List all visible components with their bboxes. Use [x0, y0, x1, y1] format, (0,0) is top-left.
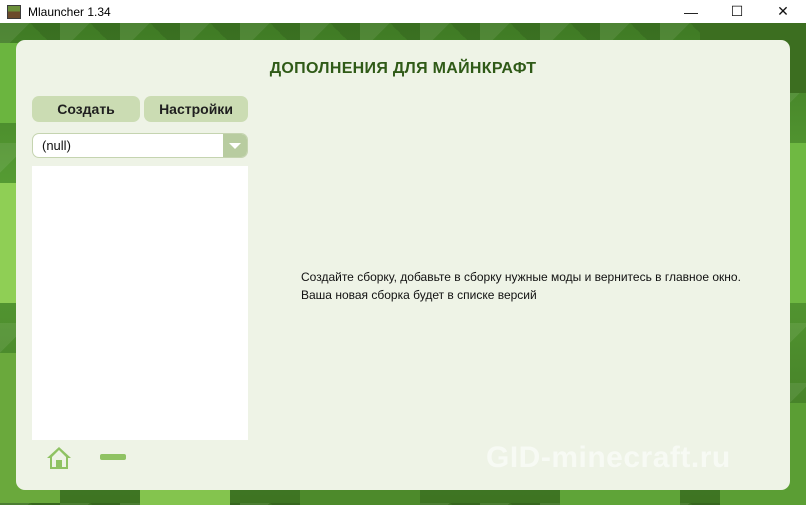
page-title: ДОПОЛНЕНИЯ ДЛЯ МАЙНКРАФТ — [269, 60, 537, 77]
info-message-line: Ваша новая сборка будет в списке версий — [301, 288, 537, 302]
build-list[interactable] — [32, 166, 248, 440]
info-message: Создайте сборку, добавьте в сборку нужны… — [301, 268, 741, 304]
window-titlebar: Mlauncher 1.34 — ☐ ✕ — [0, 0, 806, 24]
settings-button[interactable]: Настройки — [144, 96, 248, 122]
app-icon — [7, 4, 21, 19]
home-icon[interactable] — [46, 446, 72, 470]
minimize-button[interactable]: — — [668, 0, 714, 23]
version-select[interactable]: (null) — [32, 133, 248, 158]
minus-icon[interactable] — [100, 454, 126, 460]
maximize-button[interactable]: ☐ — [714, 0, 760, 23]
info-message-line: Создайте сборку, добавьте в сборку нужны… — [301, 270, 741, 284]
watermark: GID-minecraft.ru — [486, 441, 731, 474]
version-select-value: (null) — [42, 138, 71, 153]
close-button[interactable]: ✕ — [760, 0, 806, 23]
window-title: Mlauncher 1.34 — [28, 4, 111, 19]
main-panel: ДОПОЛНЕНИЯ ДЛЯ МАЙНКРАФТ Создать Настрой… — [16, 40, 790, 490]
chevron-down-icon[interactable] — [223, 134, 247, 157]
window-controls: — ☐ ✕ — [668, 0, 806, 23]
create-button[interactable]: Создать — [32, 96, 140, 122]
